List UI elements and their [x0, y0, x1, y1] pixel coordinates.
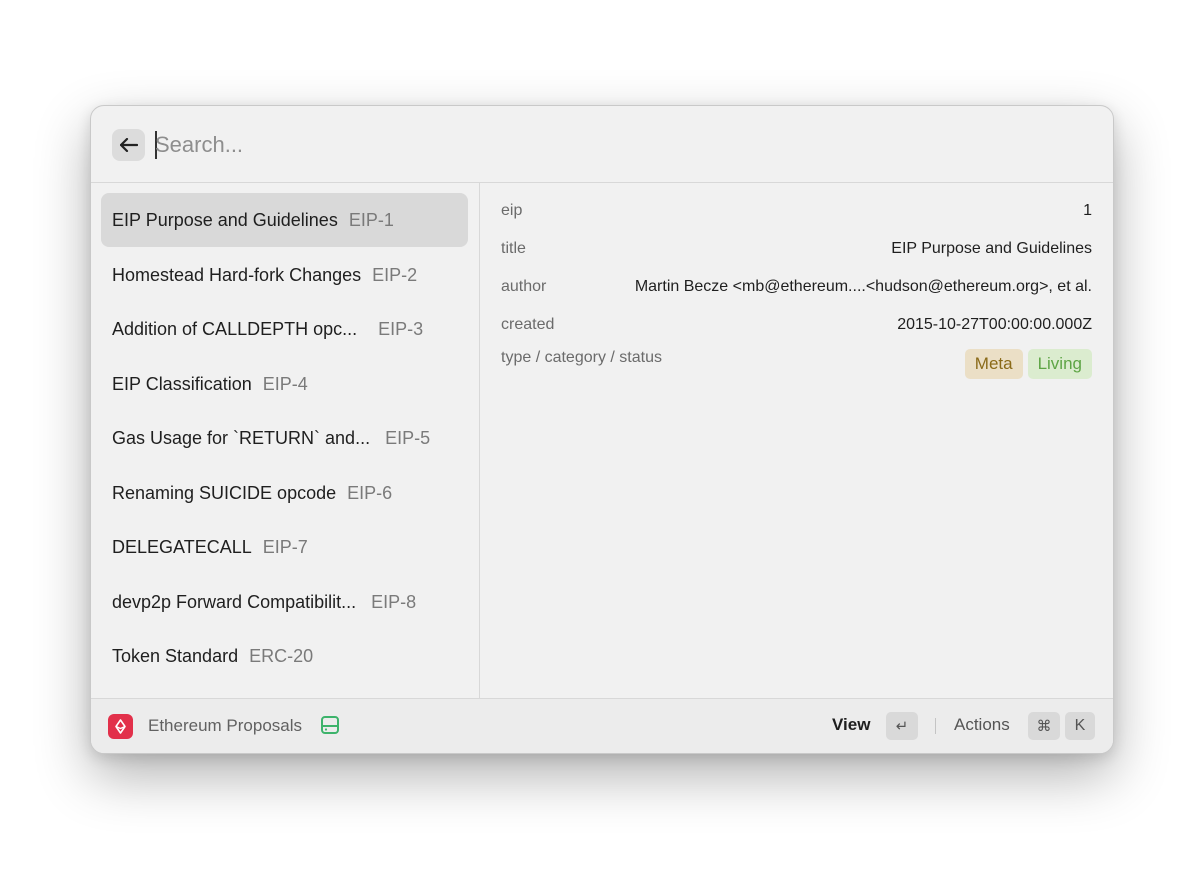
list-item[interactable]: Gas Usage for `RETURN` and... EIP-5 — [101, 411, 468, 465]
item-id: EIP-1 — [348, 209, 394, 230]
item-id: EIP-2 — [372, 264, 418, 285]
item-id: EIP-4 — [262, 373, 308, 394]
item-title: devp2p Forward Compatibilit... — [112, 591, 357, 612]
search-input[interactable] — [155, 126, 1055, 164]
item-title: Token Standard — [112, 645, 239, 666]
item-id: EIP-7 — [262, 536, 308, 557]
back-button[interactable] — [112, 129, 145, 161]
item-title: Gas Usage for `RETURN` and... — [112, 427, 371, 448]
list-item[interactable]: devp2p Forward Compatibilit... EIP-8 — [101, 575, 468, 629]
footer-bar: Ethereum Proposals View ↵ Actions ⌘ K — [91, 698, 1113, 753]
item-id: EIP-6 — [347, 482, 393, 503]
metadata-label: author — [501, 278, 547, 295]
hard-drive-icon — [321, 716, 339, 734]
item-title: Addition of CALLDEPTH opc... — [112, 318, 358, 339]
launcher-window: EIP Purpose and Guidelines EIP-1 Homeste… — [90, 105, 1114, 754]
metadata-row-eip: eip 1 — [501, 197, 1092, 225]
item-title: EIP Classification — [112, 373, 252, 394]
app-glyph-icon — [115, 719, 126, 734]
app-name: Ethereum Proposals — [148, 716, 303, 735]
item-title: Renaming SUICIDE opcode — [112, 482, 337, 503]
item-title: DELEGATECALL — [112, 536, 252, 557]
actions-button[interactable]: Actions — [954, 715, 1010, 735]
metadata-row-author: author Martin Becze <mb@ethereum....<hud… — [501, 273, 1092, 301]
list-item[interactable]: EIP Purpose and Guidelines EIP-1 — [101, 193, 468, 247]
metadata-value: Martin Becze <mb@ethereum....<hudson@eth… — [634, 278, 1092, 295]
tag-list: Meta Living — [964, 349, 1092, 379]
metadata-row-type: type / category / status Meta Living — [501, 349, 1092, 385]
list-item[interactable]: DELEGATECALL EIP-7 — [101, 520, 468, 574]
footer-divider — [935, 718, 936, 734]
metadata-row-title: title EIP Purpose and Guidelines — [501, 235, 1092, 263]
enter-key-badge: ↵ — [886, 712, 918, 740]
item-id: EIP-5 — [385, 427, 431, 448]
search-bar — [91, 106, 1113, 183]
tag-meta: Meta — [964, 349, 1023, 379]
detail-panel: eip 1 title EIP Purpose and Guidelines a… — [480, 183, 1113, 698]
proposal-list: EIP Purpose and Guidelines EIP-1 Homeste… — [91, 183, 480, 698]
metadata-value: 2015-10-27T00:00:00.000Z — [897, 316, 1092, 333]
list-item[interactable]: EIP Classification EIP-4 — [101, 357, 468, 411]
item-id: ERC-20 — [249, 645, 314, 666]
metadata-label: created — [501, 316, 555, 333]
item-title: Homestead Hard-fork Changes — [112, 264, 362, 285]
metadata-value: 1 — [1083, 202, 1092, 219]
view-action[interactable]: View — [832, 715, 870, 735]
tag-living: Living — [1027, 349, 1092, 379]
command-key-badge: ⌘ — [1028, 712, 1060, 740]
item-id: EIP-3 — [378, 318, 424, 339]
arrow-left-icon — [119, 138, 138, 152]
ethereum-app-icon — [108, 714, 133, 739]
item-id: EIP-8 — [371, 591, 417, 612]
metadata-value: EIP Purpose and Guidelines — [891, 240, 1092, 257]
list-item[interactable]: Addition of CALLDEPTH opc... EIP-3 — [101, 302, 468, 356]
k-key-badge: K — [1065, 712, 1095, 740]
metadata-label: type / category / status — [501, 349, 662, 366]
item-title: EIP Purpose and Guidelines — [112, 209, 338, 230]
list-item[interactable]: Homestead Hard-fork Changes EIP-2 — [101, 248, 468, 302]
list-item[interactable]: Renaming SUICIDE opcode EIP-6 — [101, 466, 468, 520]
metadata-label: eip — [501, 202, 523, 219]
metadata-row-created: created 2015-10-27T00:00:00.000Z — [501, 311, 1092, 339]
metadata-label: title — [501, 240, 526, 257]
list-item[interactable]: Token Standard ERC-20 — [101, 629, 468, 683]
